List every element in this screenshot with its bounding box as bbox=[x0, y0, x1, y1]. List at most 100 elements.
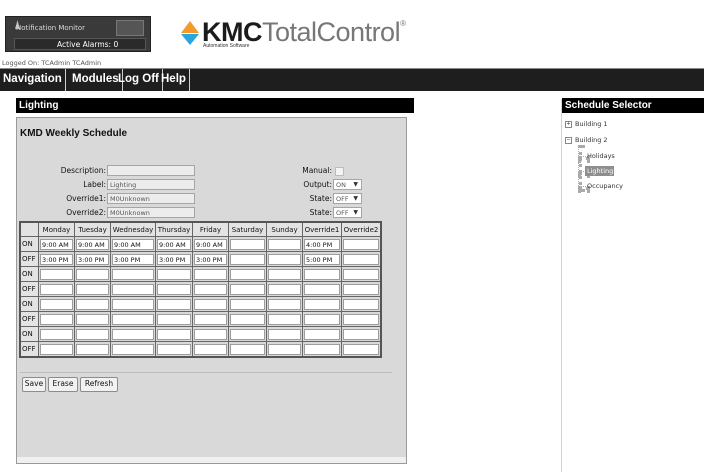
time-input[interactable] bbox=[268, 313, 301, 325]
time-input[interactable]: 5:00 PM bbox=[304, 253, 340, 265]
schedule-row: OFF bbox=[19, 311, 382, 327]
time-input[interactable] bbox=[112, 343, 154, 355]
time-input[interactable] bbox=[40, 343, 73, 355]
time-input[interactable] bbox=[230, 253, 265, 265]
time-input[interactable] bbox=[157, 343, 191, 355]
time-input[interactable] bbox=[157, 283, 191, 295]
menu-log-off[interactable]: Log Off bbox=[115, 69, 163, 91]
time-input[interactable] bbox=[268, 343, 301, 355]
time-input[interactable]: 3:00 PM bbox=[194, 253, 227, 265]
time-input[interactable]: 9:00 AM bbox=[157, 238, 191, 250]
time-input[interactable]: 9:00 AM bbox=[40, 238, 73, 250]
time-input[interactable] bbox=[230, 313, 265, 325]
time-input[interactable] bbox=[194, 313, 227, 325]
description-field[interactable] bbox=[107, 165, 195, 176]
tree-lighting[interactable]: Lighting bbox=[587, 167, 613, 175]
time-input[interactable] bbox=[304, 298, 340, 310]
label-field[interactable]: Lighting bbox=[107, 179, 195, 190]
time-input[interactable] bbox=[343, 253, 379, 265]
time-input[interactable]: 3:00 PM bbox=[40, 253, 73, 265]
time-input[interactable] bbox=[230, 328, 265, 340]
time-input[interactable] bbox=[230, 298, 265, 310]
time-input[interactable] bbox=[194, 298, 227, 310]
refresh-button[interactable]: Refresh bbox=[80, 377, 118, 392]
time-input[interactable] bbox=[268, 238, 301, 250]
time-input[interactable] bbox=[40, 298, 73, 310]
time-input[interactable] bbox=[343, 343, 379, 355]
override2-field[interactable]: M0Unknown bbox=[107, 207, 195, 218]
time-input[interactable] bbox=[194, 343, 227, 355]
output-select[interactable]: ON ▼ bbox=[333, 179, 362, 190]
time-input[interactable] bbox=[40, 268, 73, 280]
time-input[interactable] bbox=[112, 268, 154, 280]
time-input[interactable]: 4:00 PM bbox=[304, 238, 340, 250]
time-input[interactable] bbox=[268, 283, 301, 295]
time-input[interactable] bbox=[76, 343, 109, 355]
time-input[interactable] bbox=[40, 313, 73, 325]
time-input[interactable] bbox=[268, 298, 301, 310]
time-input[interactable] bbox=[194, 328, 227, 340]
time-input[interactable] bbox=[230, 268, 265, 280]
schedule-cell bbox=[192, 311, 229, 327]
time-input[interactable] bbox=[268, 253, 301, 265]
menu-navigation[interactable]: Navigation bbox=[0, 69, 66, 91]
panel-footer bbox=[17, 457, 406, 463]
time-input[interactable] bbox=[343, 313, 379, 325]
time-input[interactable] bbox=[40, 328, 73, 340]
time-input[interactable] bbox=[304, 328, 340, 340]
override1-field[interactable]: M0Unknown bbox=[107, 193, 195, 204]
time-input[interactable] bbox=[230, 283, 265, 295]
time-input[interactable] bbox=[304, 313, 340, 325]
time-input[interactable] bbox=[76, 283, 109, 295]
time-input[interactable] bbox=[76, 268, 109, 280]
tree-holidays[interactable]: Holidays bbox=[587, 152, 615, 160]
time-input[interactable]: 3:00 PM bbox=[112, 253, 154, 265]
time-input[interactable] bbox=[112, 298, 154, 310]
manual-checkbox[interactable] bbox=[335, 167, 344, 176]
time-input[interactable] bbox=[230, 343, 265, 355]
time-input[interactable] bbox=[76, 313, 109, 325]
tree-building-1[interactable]: Building 1 bbox=[575, 120, 608, 128]
menu-help[interactable]: Help bbox=[158, 69, 190, 91]
tree-occupancy[interactable]: Occupancy bbox=[587, 182, 623, 190]
time-input[interactable] bbox=[157, 298, 191, 310]
time-input[interactable]: 9:00 AM bbox=[112, 238, 154, 250]
erase-button[interactable]: Erase bbox=[48, 377, 78, 392]
time-input[interactable] bbox=[304, 268, 340, 280]
time-input[interactable] bbox=[112, 313, 154, 325]
time-input[interactable] bbox=[40, 283, 73, 295]
time-input[interactable] bbox=[76, 328, 109, 340]
state1-select[interactable]: OFF ▼ bbox=[333, 193, 362, 204]
time-input[interactable] bbox=[304, 283, 340, 295]
time-input[interactable]: 9:00 AM bbox=[76, 238, 109, 250]
time-input[interactable] bbox=[304, 343, 340, 355]
schedule-cell bbox=[228, 296, 267, 312]
tree-building-2[interactable]: Building 2 bbox=[575, 136, 608, 144]
time-input[interactable] bbox=[112, 328, 154, 340]
time-input[interactable] bbox=[157, 313, 191, 325]
time-input[interactable] bbox=[343, 238, 379, 250]
notification-monitor[interactable]: Notification Monitor Active Alarms: 0 bbox=[5, 16, 151, 52]
state2-select[interactable]: OFF ▼ bbox=[333, 207, 362, 218]
schedule-cell bbox=[302, 266, 342, 282]
time-input[interactable] bbox=[230, 238, 265, 250]
time-input[interactable] bbox=[343, 328, 379, 340]
time-input[interactable] bbox=[194, 283, 227, 295]
time-input[interactable] bbox=[268, 328, 301, 340]
time-input[interactable] bbox=[157, 268, 191, 280]
time-input[interactable] bbox=[268, 268, 301, 280]
collapse-icon[interactable]: − bbox=[565, 137, 572, 144]
time-input[interactable]: 3:00 PM bbox=[157, 253, 191, 265]
time-input[interactable] bbox=[76, 298, 109, 310]
time-input[interactable] bbox=[343, 298, 379, 310]
save-button[interactable]: Save bbox=[22, 377, 46, 392]
schedule-cell bbox=[341, 311, 382, 327]
time-input[interactable] bbox=[343, 283, 379, 295]
time-input[interactable] bbox=[112, 283, 154, 295]
time-input[interactable] bbox=[343, 268, 379, 280]
expand-icon[interactable]: + bbox=[565, 121, 572, 128]
time-input[interactable] bbox=[194, 268, 227, 280]
time-input[interactable]: 3:00 PM bbox=[76, 253, 109, 265]
time-input[interactable]: 9:00 AM bbox=[194, 238, 227, 250]
time-input[interactable] bbox=[157, 328, 191, 340]
